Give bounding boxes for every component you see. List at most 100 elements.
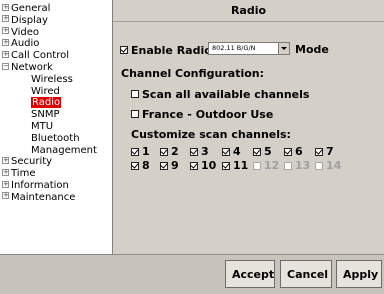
channel-5-option[interactable]: 5 [253,146,272,158]
channel-13-checkbox [284,162,292,170]
channel-12-label: 12 [264,159,280,172]
channel-11-label: 11 [233,159,249,172]
channel-13-label: 13 [295,159,311,172]
enable-radio-checkbox[interactable] [120,45,128,54]
apply-button[interactable]: Apply [336,260,382,288]
channel-3-checkbox[interactable] [190,148,198,156]
scan-all-channels-label: Scan all available channels [142,88,310,101]
tree-item-label: Video [11,26,40,38]
scan-all-channels-checkbox[interactable] [131,89,139,98]
tree-item-wireless[interactable]: Wireless [31,74,73,86]
tree-item-label: Network [11,62,53,73]
channel-configuration-heading: Channel Configuration: [121,67,265,80]
channel-10-checkbox[interactable] [190,162,198,170]
expand-icon[interactable]: + [2,38,9,46]
channel-3-label: 3 [201,145,209,158]
channel-11-option[interactable]: 11 [222,160,248,172]
tree-item-bluetooth[interactable]: Bluetooth [31,133,80,145]
tree-item-maintenance[interactable]: + Maintenance [2,192,75,204]
expand-icon[interactable]: + [2,27,9,35]
channel-2-checkbox[interactable] [160,148,168,156]
channel-4-option[interactable]: 4 [222,146,241,158]
channel-5-checkbox[interactable] [253,148,261,156]
tree-item-network[interactable]: − Network [2,62,53,74]
settings-tree: + General + Display + Video + Audio + Call Contro… [0,0,113,254]
cancel-button[interactable]: Cancel [280,260,332,288]
tree-item-audio[interactable]: + Audio [2,38,39,50]
tree-item-time[interactable]: + Time [2,168,35,180]
collapse-icon[interactable]: − [2,62,9,70]
channel-8-label: 8 [142,159,150,172]
channel-12-checkbox [253,162,261,170]
tree-item-general[interactable]: + General [2,3,50,15]
channel-1-option[interactable]: 1 [131,146,150,158]
channel-14-checkbox [315,162,323,170]
expand-icon[interactable]: + [2,168,9,176]
customize-scan-channels-heading: Customize scan channels: [131,128,291,141]
channel-14-label: 14 [326,159,342,172]
tree-item-label: Security [11,156,53,168]
channel-13-option: 13 [284,160,310,172]
tree-item-call-control[interactable]: + Call Control [2,50,69,62]
channel-6-option[interactable]: 6 [284,146,303,158]
channel-6-label: 6 [295,145,303,158]
channel-4-checkbox[interactable] [222,148,230,156]
expand-icon[interactable]: + [2,156,9,164]
panel-title: Radio [113,0,384,22]
channel-8-checkbox[interactable] [131,162,139,170]
tree-item-security[interactable]: + Security [2,156,52,168]
expand-icon[interactable]: + [2,3,9,11]
enable-radio-label: Enable Radio [131,44,212,57]
channel-2-label: 2 [171,145,179,158]
tree-item-snmp[interactable]: SNMP [31,109,60,121]
scan-all-channels-option[interactable]: Scan all available channels [131,86,309,102]
tree-item-mtu[interactable]: MTU [31,121,53,133]
channel-7-option[interactable]: 7 [315,146,334,158]
channel-10-option[interactable]: 10 [190,160,216,172]
mode-label: Mode [295,43,329,56]
tree-item-label: Display [11,14,48,26]
tree-item-label: Information [11,180,69,191]
channel-3-option[interactable]: 3 [190,146,209,158]
accept-button[interactable]: Accept [225,260,275,288]
expand-icon[interactable]: + [2,180,9,188]
channel-11-checkbox[interactable] [222,162,230,170]
tree-item-radio[interactable]: Radio [31,97,62,109]
channel-7-checkbox[interactable] [315,148,323,156]
channel-6-checkbox[interactable] [284,148,292,156]
channel-4-label: 4 [233,145,241,158]
tree-item-label: Wired [31,85,60,97]
channel-7-label: 7 [326,145,334,158]
tree-item-label: Time [11,168,36,180]
france-outdoor-checkbox[interactable] [131,109,139,118]
tree-item-management[interactable]: Management [31,145,97,157]
channel-9-checkbox[interactable] [160,162,168,170]
expand-icon[interactable]: + [2,15,9,23]
tree-item-display[interactable]: + Display [2,15,48,27]
radio-settings-panel: Radio Enable Radio 802.11 B/G/N Mode Cha… [113,0,384,254]
channel-9-option[interactable]: 9 [160,160,179,172]
tree-item-information[interactable]: + Information [2,180,69,192]
tree-item-label: Bluetooth [31,132,80,144]
bottom-action-bar: Accept Cancel Apply [0,254,384,294]
channel-2-option[interactable]: 2 [160,146,179,158]
tree-item-label: MTU [31,121,54,132]
expand-icon[interactable]: + [2,50,9,58]
tree-item-label: Wireless [31,73,73,85]
tree-item-label: SNMP [31,109,60,121]
tree-item-video[interactable]: + Video [2,27,39,39]
expand-icon[interactable]: + [2,192,9,200]
mode-dropdown[interactable]: 802.11 B/G/N [208,42,290,55]
channel-1-checkbox[interactable] [131,148,139,156]
tree-item-label: Maintenance [11,191,76,203]
tree-item-wired[interactable]: Wired [31,86,60,98]
france-outdoor-label: France - Outdoor Use [142,108,274,121]
tree-item-label: Call Control [11,50,69,62]
tree-item-label: General [11,3,51,14]
channel-14-option: 14 [315,160,341,172]
channel-8-option[interactable]: 8 [131,160,150,172]
chevron-down-icon[interactable] [278,43,289,54]
channel-12-option: 12 [253,160,279,172]
france-outdoor-option[interactable]: France - Outdoor Use [131,106,273,122]
enable-radio-row[interactable]: Enable Radio [120,42,212,57]
